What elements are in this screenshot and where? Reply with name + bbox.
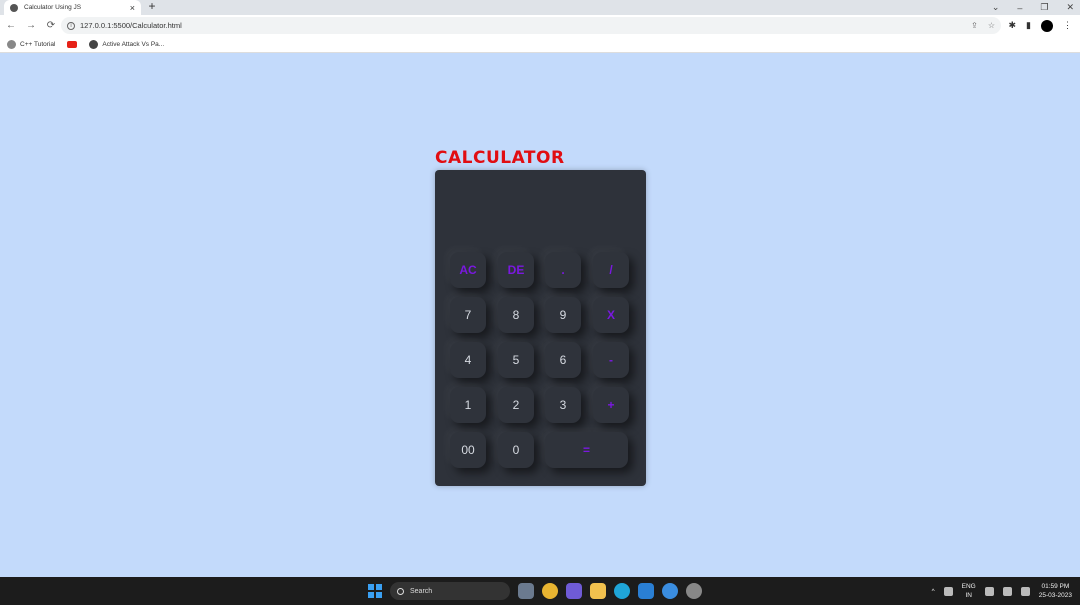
microphone-icon[interactable]	[943, 586, 953, 596]
side-panel-icon[interactable]: ▮	[1026, 20, 1031, 31]
battery-icon[interactable]	[1020, 586, 1030, 596]
key-0-button[interactable]: 0	[498, 432, 534, 468]
key-6-button[interactable]: 6	[545, 342, 581, 378]
key-plus-button[interactable]: +	[593, 387, 629, 423]
key-divide-button[interactable]: /	[593, 252, 629, 288]
share-icon[interactable]: ⇪	[971, 21, 978, 30]
forward-button[interactable]: →	[22, 20, 40, 31]
tab-search-button[interactable]: ⌄	[992, 2, 1000, 13]
chevron-up-icon[interactable]: ^	[932, 588, 935, 595]
key-1-button[interactable]: 1	[450, 387, 486, 423]
bookmarks-bar: C++ Tutorial Active Attack Vs Pa...	[0, 36, 1080, 53]
calculator-display[interactable]	[443, 178, 638, 238]
key-all-clear-button[interactable]: AC	[450, 252, 486, 288]
globe-icon	[89, 39, 99, 49]
edge-icon[interactable]	[614, 583, 630, 599]
minimize-button[interactable]: –	[1017, 3, 1022, 13]
calculator: AC DE./7 8 9 X 4 5 6-1 2 3 +00 0 =	[435, 170, 646, 486]
browser-toolbar: ← → ⟳ i 127.0.0.1:5500/Calculator.html ⇪…	[0, 15, 1080, 36]
window-controls: ⌄ – ❐ ✕	[992, 0, 1074, 15]
tab-title: Calculator Using JS	[24, 4, 82, 11]
menu-icon[interactable]: ⋮	[1063, 20, 1072, 31]
reload-button[interactable]: ⟳	[42, 20, 60, 31]
cpp-icon	[7, 39, 16, 49]
language-label: ENG	[961, 583, 976, 590]
game-controller-icon[interactable]	[566, 583, 582, 599]
key-minus-button[interactable]: -	[593, 342, 629, 378]
key-00-button[interactable]: 00	[450, 432, 486, 468]
key-decimal-button[interactable]: .	[545, 252, 581, 288]
key-8-button[interactable]: 8	[498, 297, 534, 333]
file-explorer-icon[interactable]	[590, 583, 606, 599]
key-2-button[interactable]: 2	[498, 387, 534, 423]
key-multiply-button[interactable]: X	[593, 297, 629, 333]
key-3-button[interactable]: 3	[545, 387, 581, 423]
back-button[interactable]: ←	[2, 20, 20, 31]
taskbar-search[interactable]: Search	[390, 582, 510, 600]
profile-avatar[interactable]	[1041, 19, 1053, 32]
browser-tab[interactable]: Calculator Using JS ×	[4, 0, 141, 15]
key-4-button[interactable]: 4	[450, 342, 486, 378]
address-bar[interactable]: i 127.0.0.1:5500/Calculator.html ⇪ ☆	[61, 17, 1001, 34]
taskbar: Search ^ ENG IN 01:59 PM 25-03-2023	[0, 577, 1080, 605]
bookmark-label: C++ Tutorial	[20, 40, 56, 48]
bookmark-cpp-tutorial[interactable]: C++ Tutorial	[7, 39, 56, 49]
key-delete-button[interactable]: DE	[498, 252, 534, 288]
bookmark-active-attack[interactable]: Active Attack Vs Pa...	[89, 39, 165, 49]
restore-button[interactable]: ❐	[1040, 2, 1048, 13]
url-text: 127.0.0.1:5500/Calculator.html	[80, 21, 182, 30]
tab-close-button[interactable]: ×	[130, 3, 135, 13]
key-equals-button[interactable]: =	[545, 432, 628, 468]
site-info-icon[interactable]: i	[67, 21, 75, 30]
region-label: IN	[965, 592, 972, 599]
calculator-title: CALCULATOR	[435, 148, 565, 168]
bookmark-label: Active Attack Vs Pa...	[102, 40, 165, 48]
vscode-icon[interactable]	[638, 583, 654, 599]
clock[interactable]: 01:59 PM 25-03-2023	[1039, 582, 1072, 600]
browser-tab-bar: Calculator Using JS × + ⌄ – ❐ ✕	[0, 0, 1080, 15]
app-icon[interactable]	[686, 583, 702, 599]
globe-icon	[10, 3, 18, 12]
bookmark-youtube[interactable]	[67, 40, 78, 48]
close-window-button[interactable]: ✕	[1066, 2, 1074, 13]
key-7-button[interactable]: 7	[450, 297, 486, 333]
search-label: Search	[410, 587, 433, 595]
chrome-active-icon[interactable]	[662, 583, 678, 599]
search-icon	[397, 587, 404, 595]
key-9-button[interactable]: 9	[545, 297, 581, 333]
task-view-icon[interactable]	[518, 583, 534, 599]
new-tab-button[interactable]: +	[146, 0, 158, 15]
youtube-icon	[67, 40, 78, 48]
date-label: 25-03-2023	[1038, 592, 1072, 599]
volume-icon[interactable]	[1002, 586, 1012, 596]
time-label: 01:59 PM	[1041, 583, 1070, 590]
wifi-icon[interactable]	[984, 586, 994, 596]
chrome-icon[interactable]	[542, 583, 558, 599]
extensions-icon[interactable]: ✱	[1009, 20, 1017, 31]
language-indicator[interactable]: ENG IN	[962, 582, 976, 600]
bookmark-star-icon[interactable]: ☆	[988, 21, 995, 30]
key-5-button[interactable]: 5	[498, 342, 534, 378]
start-button[interactable]	[368, 584, 382, 598]
